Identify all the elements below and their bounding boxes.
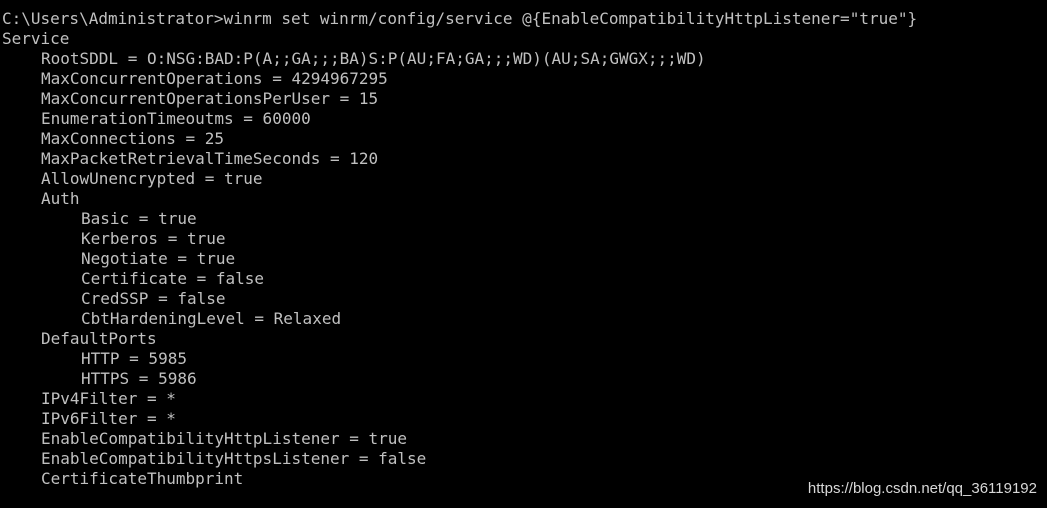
console-window[interactable]: C:\Users\Administrator>winrm set winrm/c… <box>0 0 1047 508</box>
setting-ipv4-filter: IPv4Filter = * <box>41 389 176 408</box>
setting-max-packet-retrieval: MaxPacketRetrievalTimeSeconds = 120 <box>41 149 379 168</box>
port-https: HTTPS = 5986 <box>81 369 197 388</box>
default-ports-header: DefaultPorts <box>41 329 157 348</box>
output-header: Service <box>2 29 70 48</box>
setting-enable-compat-http-listener: EnableCompatibilityHttpListener = true <box>41 429 408 448</box>
auth-cbt-hardening-level: CbtHardeningLevel = Relaxed <box>81 309 342 328</box>
setting-max-concurrent-operations-per-user: MaxConcurrentOperationsPerUser = 15 <box>41 89 379 108</box>
port-http: HTTP = 5985 <box>81 349 187 368</box>
setting-allow-unencrypted: AllowUnencrypted = true <box>41 169 263 188</box>
setting-root-sddl: RootSDDL = O:NSG:BAD:P(A;;GA;;;BA)S:P(AU… <box>41 49 706 68</box>
setting-enumeration-timeout: EnumerationTimeoutms = 60000 <box>41 109 311 128</box>
command-line: C:\Users\Administrator>winrm set winrm/c… <box>2 9 918 28</box>
setting-certificate-thumbprint: CertificateThumbprint <box>41 469 244 488</box>
auth-header: Auth <box>41 189 80 208</box>
auth-kerberos: Kerberos = true <box>81 229 226 248</box>
setting-max-connections: MaxConnections = 25 <box>41 129 225 148</box>
auth-certificate: Certificate = false <box>81 269 265 288</box>
watermark-text: https://blog.csdn.net/qq_36119192 <box>807 480 1037 497</box>
auth-basic: Basic = true <box>81 209 197 228</box>
console-output: C:\Users\Administrator>winrm set winrm/c… <box>2 9 917 489</box>
setting-max-concurrent-operations: MaxConcurrentOperations = 4294967295 <box>41 69 388 88</box>
auth-negotiate: Negotiate = true <box>81 249 236 268</box>
setting-ipv6-filter: IPv6Filter = * <box>41 409 176 428</box>
setting-enable-compat-https-listener: EnableCompatibilityHttpsListener = false <box>41 449 427 468</box>
auth-credssp: CredSSP = false <box>81 289 226 308</box>
